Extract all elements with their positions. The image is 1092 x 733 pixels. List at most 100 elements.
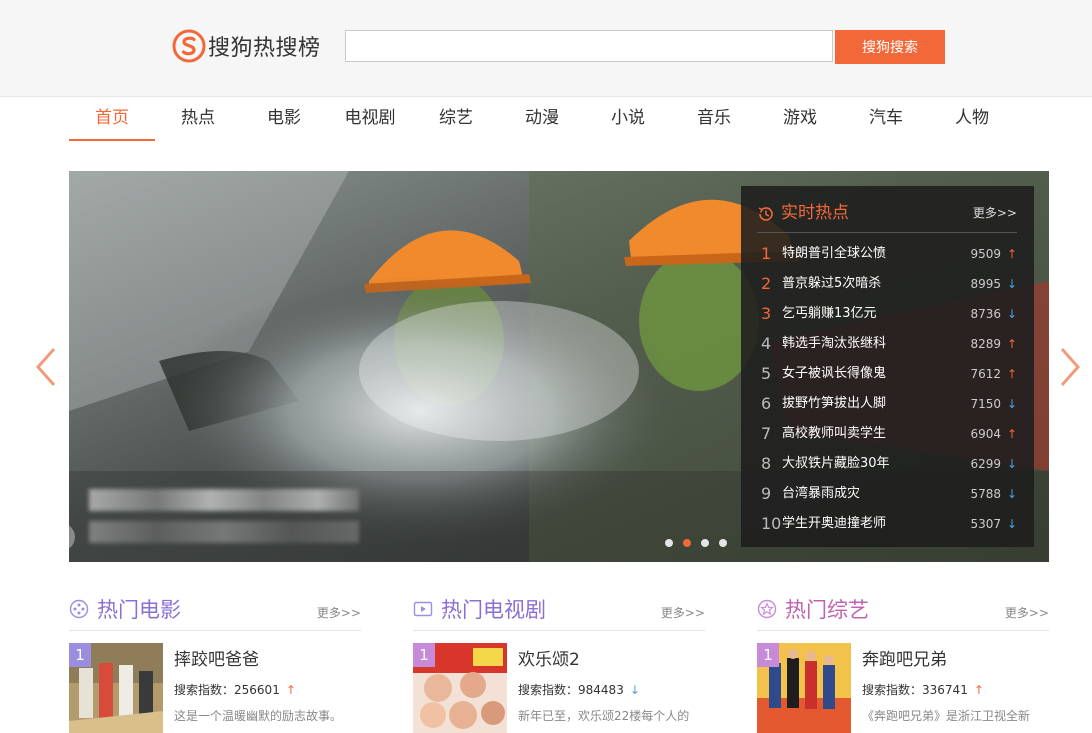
hot-item-title[interactable]: 学生开奥迪撞老师 [782, 512, 886, 536]
hot-rank: 4 [761, 334, 772, 353]
hot-list-item[interactable]: 1 特朗普引全球公愤 9509 ↑ [761, 242, 1019, 272]
trend-down-icon: ↓ [1006, 457, 1017, 471]
nav-item-variety[interactable]: 综艺 [413, 97, 499, 141]
rank-badge: 1 [413, 643, 435, 667]
hot-item-title[interactable]: 乞丐躺赚13亿元 [782, 302, 877, 326]
hot-list-item[interactable]: 4 韩选手淘汰张继科 8289 ↑ [761, 332, 1019, 362]
realtime-hot-panel: 实时热点 更多>> 1 特朗普引全球公愤 9509 ↑ 2 普京躲过5次暗杀 8995 ↓ 3 乞… [741, 186, 1034, 547]
item-description: 这是一个温暖幽默的励志故事。 [174, 709, 343, 723]
hot-item-count: 5788 [970, 487, 1001, 501]
hot-item-title[interactable]: 台湾暴雨成灾 [782, 482, 860, 506]
hot-item-title[interactable]: 拔野竹笋拔出人脚 [782, 392, 886, 416]
carousel-dot-active[interactable] [683, 539, 691, 547]
hot-item-title[interactable]: 特朗普引全球公愤 [782, 242, 886, 266]
hot-rank: 1 [761, 244, 772, 263]
hot-rank: 10 [761, 514, 782, 533]
hot-item-count: 6299 [970, 457, 1001, 471]
nav-item-novel[interactable]: 小说 [585, 97, 671, 141]
header: 搜狗热搜榜 搜狗搜索 [0, 0, 1092, 97]
hot-list-item[interactable]: 2 普京躲过5次暗杀 8995 ↓ [761, 272, 1019, 302]
trend-up-icon: ↑ [1006, 337, 1017, 351]
hot-list-item[interactable]: 6 拔野竹笋拔出人脚 7150 ↓ [761, 392, 1019, 422]
search-input[interactable] [345, 30, 833, 62]
hot-item-title[interactable]: 高校教师叫卖学生 [782, 422, 886, 446]
search-button[interactable]: 搜狗搜索 [835, 30, 945, 64]
item-title[interactable]: 奔跑吧兄弟 [862, 645, 947, 670]
clock-refresh-icon [758, 207, 773, 221]
hot-item-count: 8736 [970, 307, 1001, 321]
rank-badge: 1 [757, 643, 779, 667]
list-item[interactable]: 1 摔跤吧爸爸 搜索指数：256601 ↑ 这是一个温暖幽默的励志故事。 [69, 643, 361, 733]
hot-item-title[interactable]: 韩选手淘汰张继科 [782, 332, 886, 356]
section-title: 热门综艺 [785, 598, 869, 622]
section-hot-movies: 热门电影 更多>> 1 摔跤吧爸爸 搜索指数：256601 ↑ 这是一个温暖幽默的… [69, 594, 361, 733]
nav-item-anime[interactable]: 动漫 [499, 97, 585, 141]
hot-rank: 6 [761, 394, 772, 413]
hot-list-item[interactable]: 3 乞丐躺赚13亿元 8736 ↓ [761, 302, 1019, 332]
search-index-label: 搜索指数： [518, 683, 579, 697]
nav-item-hot[interactable]: 热点 [155, 97, 241, 141]
hot-item-count: 8995 [970, 277, 1001, 291]
trend-down-icon: ↓ [1006, 487, 1017, 501]
carousel-prev-icon[interactable] [34, 345, 58, 389]
hot-list-item[interactable]: 10 学生开奥迪撞老师 5307 ↓ [761, 512, 1019, 542]
trend-down-icon: ↓ [1006, 277, 1017, 291]
hot-list-item[interactable]: 8 大叔铁片藏脸30年 6299 ↓ [761, 452, 1019, 482]
sogou-logo-icon [172, 29, 206, 63]
nav-item-music[interactable]: 音乐 [671, 97, 757, 141]
hot-item-title[interactable]: 女子被讽长得像鬼 [782, 362, 886, 386]
nav-item-movie[interactable]: 电影 [241, 97, 327, 141]
list-item[interactable]: 1 奔跑吧兄弟 搜索指数：336741 ↑ 《奔跑吧兄弟》是浙江卫视全新 [757, 643, 1049, 733]
banner-caption-blurred-2 [89, 521, 359, 543]
carousel-dot[interactable] [701, 539, 709, 547]
carousel-dot[interactable] [719, 539, 727, 547]
hot-rank: 5 [761, 364, 772, 383]
search-index-label: 搜索指数： [174, 683, 235, 697]
search-index: 搜索指数：984483 ↓ [518, 681, 640, 698]
hot-list-item[interactable]: 7 高校教师叫卖学生 6904 ↑ [761, 422, 1019, 452]
hot-item-title[interactable]: 大叔铁片藏脸30年 [782, 452, 890, 476]
item-title[interactable]: 摔跤吧爸爸 [174, 645, 259, 670]
section-title: 热门电视剧 [441, 598, 546, 622]
hot-item-count: 7612 [970, 367, 1001, 381]
star-badge-icon [757, 599, 777, 619]
logo[interactable]: 搜狗热搜榜 [172, 28, 321, 64]
nav-item-game[interactable]: 游戏 [757, 97, 843, 141]
main-nav: 首页 热点 电影 电视剧 综艺 动漫 小说 音乐 游戏 汽车 人物 [69, 97, 1049, 141]
hot-list-item[interactable]: 9 台湾暴雨成灾 5788 ↓ [761, 482, 1019, 512]
hot-item-title[interactable]: 普京躲过5次暗杀 [782, 272, 881, 296]
section-header: 热门电视剧 更多>> [413, 594, 705, 631]
carousel-dot[interactable] [665, 539, 673, 547]
item-title[interactable]: 欢乐颂2 [518, 645, 580, 670]
section-hot-variety: 热门综艺 更多>> 1 奔跑吧兄弟 搜索指数：336741 ↑ 《奔跑吧兄弟》是浙… [757, 594, 1049, 733]
more-link[interactable]: 更多>> [661, 604, 705, 621]
search-index-value: 984483 [578, 683, 624, 697]
hot-panel-title: 实时热点 [781, 203, 849, 223]
trend-down-icon: ↓ [1006, 307, 1017, 321]
trend-up-icon: ↑ [973, 683, 984, 697]
hot-item-count: 9509 [970, 247, 1001, 261]
list-item[interactable]: 1 欢乐颂2 搜索指数：984483 ↓ 新年已至，欢乐颂22楼每个人的 [413, 643, 705, 733]
item-description: 《奔跑吧兄弟》是浙江卫视全新 [862, 709, 1031, 723]
more-link[interactable]: 更多>> [1005, 604, 1049, 621]
trend-up-icon: ↑ [1006, 367, 1017, 381]
nav-item-car[interactable]: 汽车 [843, 97, 929, 141]
nav-item-home[interactable]: 首页 [69, 97, 155, 141]
hot-list-item[interactable]: 5 女子被讽长得像鬼 7612 ↑ [761, 362, 1019, 392]
item-description: 新年已至，欢乐颂22楼每个人的 [518, 709, 690, 723]
trend-down-icon: ↓ [629, 683, 640, 697]
tv-play-icon [413, 601, 433, 617]
trend-up-icon: ↑ [1006, 427, 1017, 441]
nav-item-tv[interactable]: 电视剧 [327, 97, 413, 141]
more-link[interactable]: 更多>> [317, 604, 361, 621]
section-header: 热门电影 更多>> [69, 594, 361, 631]
hot-more-link[interactable]: 更多>> [973, 204, 1017, 221]
hot-rank: 9 [761, 484, 772, 503]
search-index: 搜索指数：256601 ↑ [174, 681, 296, 698]
trend-down-icon: ↓ [1006, 517, 1017, 531]
carousel-next-icon[interactable] [1058, 345, 1082, 389]
nav-item-people[interactable]: 人物 [929, 97, 1015, 141]
trend-down-icon: ↓ [1006, 397, 1017, 411]
hot-item-count: 8289 [970, 337, 1001, 351]
rank-badge: 1 [69, 643, 91, 667]
